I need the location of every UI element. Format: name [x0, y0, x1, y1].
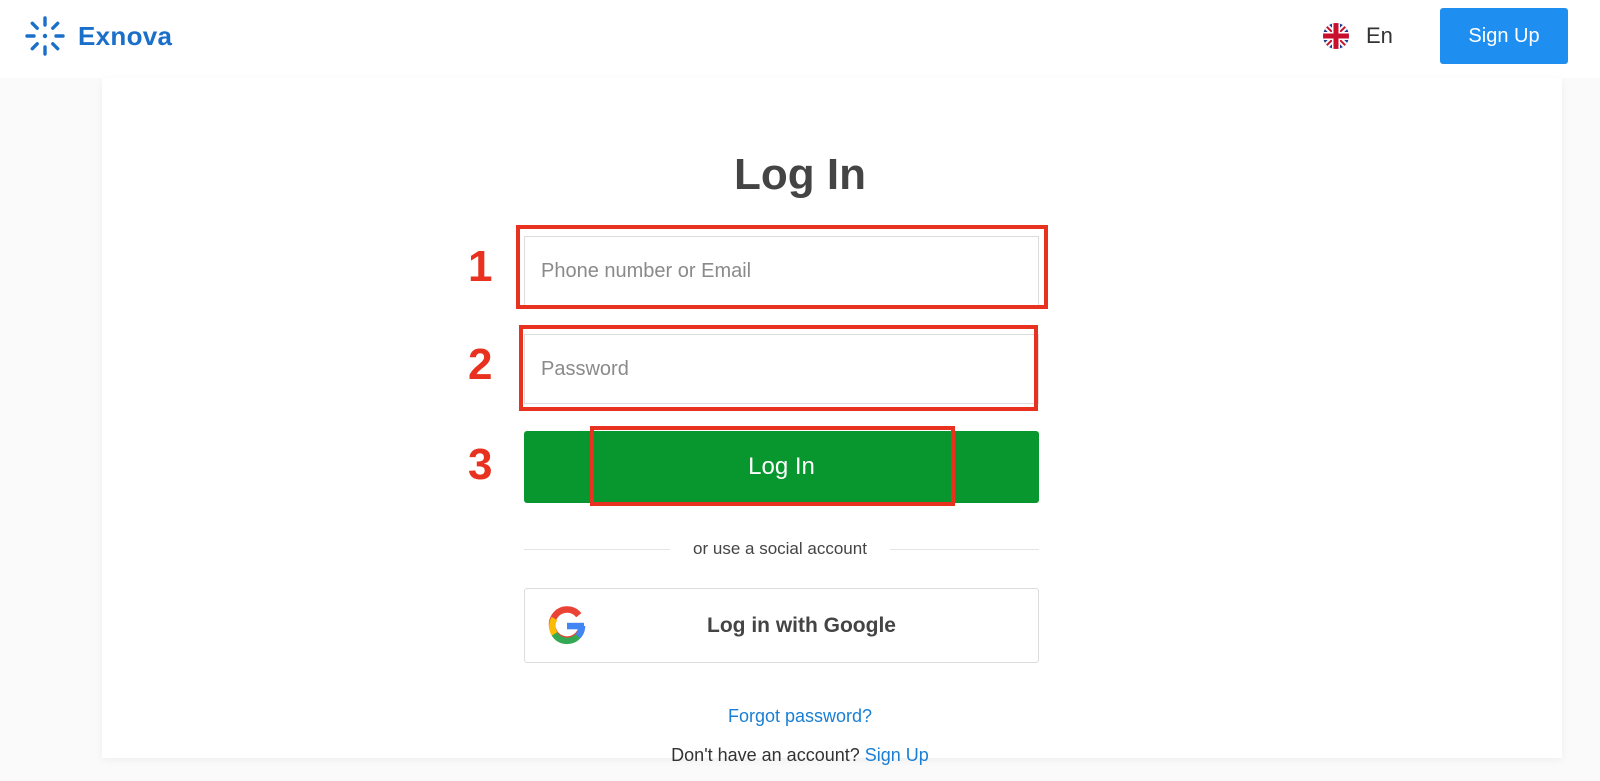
login-button[interactable]: Log In [524, 431, 1039, 503]
uk-flag-icon [1323, 23, 1349, 49]
social-divider-label: or use a social account [693, 539, 867, 558]
no-account-text: Don't have an account? [671, 745, 860, 765]
divider-line-left [524, 549, 670, 550]
divider-line-right [890, 549, 1039, 550]
annotation-number-3: 3 [468, 440, 493, 489]
header-signup-button[interactable]: Sign Up [1440, 8, 1568, 64]
signup-link[interactable]: Sign Up [865, 745, 929, 765]
google-login-label: Log in with Google [707, 613, 896, 637]
annotation-number-2: 2 [468, 340, 493, 389]
no-account-line: Don't have an account? Sign Up [0, 745, 1600, 766]
google-login-button[interactable]: Log in with Google [524, 588, 1039, 663]
exnova-logo-icon [25, 16, 65, 56]
language-selector[interactable]: En [1322, 20, 1393, 52]
forgot-password-link[interactable]: Forgot password? [0, 706, 1600, 727]
top-header: Exnova En Sign Up [0, 0, 1600, 78]
annotation-number-1: 1 [468, 242, 493, 291]
email-field[interactable] [524, 236, 1039, 306]
brand-logo[interactable]: Exnova [22, 10, 172, 62]
password-field[interactable] [524, 334, 1039, 404]
language-label: En [1366, 23, 1393, 48]
brand-name: Exnova [78, 20, 173, 51]
page-title: Log In [734, 150, 866, 199]
